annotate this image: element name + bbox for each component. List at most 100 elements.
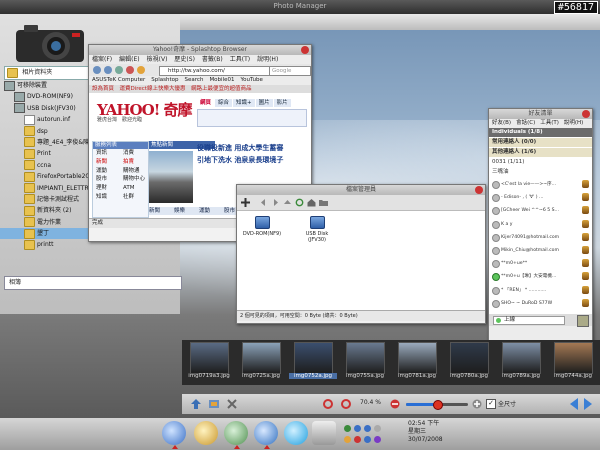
skype-icon[interactable] [284,421,308,445]
reload-icon[interactable] [115,66,123,74]
contact-row[interactable]: <C'est la vie——>~序... [489,178,592,191]
zoom-slider-handle[interactable] [433,400,443,410]
bookmark-item[interactable]: Mobile01 [209,77,234,83]
contact-row[interactable]: - Edison- , ( '∀' ) ... [489,191,592,204]
news-nav-item[interactable]: 股市 [224,208,235,214]
service-link[interactable]: 知識 [93,193,120,202]
status-select[interactable]: 上線 [493,316,565,325]
stop-icon[interactable] [126,66,134,74]
contact-row[interactable]: K a y [489,218,592,231]
thumbnail[interactable] [346,342,385,374]
headline[interactable]: 役職役新進 用成大學生蓄審 [197,143,283,153]
info-icon[interactable] [374,436,381,443]
news-photo[interactable] [149,151,193,203]
bookmark-item[interactable]: YouTube [240,77,262,83]
news-nav-item[interactable]: 新聞 [149,208,160,214]
help-icon[interactable] [364,436,371,443]
music-icon[interactable] [194,421,218,445]
thumbnail[interactable] [242,342,281,374]
news-nav-item[interactable]: 娛樂 [174,208,185,214]
service-link[interactable]: 新聞 [93,158,120,167]
power-icon[interactable] [354,436,361,443]
thumbnail-label[interactable]: img0780a.jpg [445,373,493,379]
chat-icon[interactable] [254,421,278,445]
contact-group[interactable]: 其他連絡人 (1/6) [489,148,592,158]
search-input[interactable]: Google [269,66,311,76]
contact-group[interactable]: 0031 (1/11) [489,158,592,168]
refresh-icon[interactable] [295,198,304,207]
menu-item[interactable]: 檔案(F) [92,56,112,63]
browser-title-bar[interactable]: Yahoo!奇摩 - Splashtop Browser [89,45,311,55]
search-tab[interactable]: 影片 [273,99,291,107]
menu-item[interactable]: 會話(C) [516,120,535,126]
album-list-row[interactable]: 相簿 [4,276,182,290]
back-icon[interactable] [259,198,268,207]
close-icon[interactable] [475,186,483,194]
volume-icon[interactable] [374,425,381,432]
service-link[interactable]: 拍賣 [120,158,147,167]
home-icon[interactable] [307,198,316,207]
wifi-icon[interactable] [354,425,361,432]
contact-row[interactable]: **m0+u【琳】大安電機... [489,270,592,283]
thumbnail[interactable] [450,342,489,374]
up-icon[interactable] [283,198,292,207]
back-icon[interactable] [93,66,101,74]
contact-row[interactable]: Mikin_Chiu@hotmail.com [489,244,592,257]
folder-icon[interactable] [319,198,328,207]
service-link[interactable]: 社群 [120,193,147,202]
buddy-list-title-bar[interactable]: 好友清單 [489,109,592,119]
menu-item[interactable]: 說明(H) [564,120,583,126]
thumbnail-label[interactable]: img0781a.jpg [393,373,441,379]
fullsize-checkbox[interactable]: ✓ [486,399,496,409]
next-icon[interactable] [584,398,592,410]
menu-item[interactable]: 工具(T) [230,56,250,63]
contact-row[interactable]: [GCheer Wei ^^~6 5 S... [489,204,592,217]
thumbnail-label[interactable]: img0719a3.jpg [185,373,233,379]
news-nav-item[interactable]: 運動 [199,208,210,214]
search-tab[interactable]: 知識+ [233,99,255,107]
contact-row[interactable]: SHO~ ~ DuRoD S77W [489,297,592,310]
rotate-right-icon[interactable] [340,398,352,410]
bookmark-item[interactable]: Search [185,77,204,83]
menu-item[interactable]: 歷史(S) [174,56,195,63]
url-input[interactable]: http://tw.yahoo.com/ [159,66,274,76]
browser-icon[interactable] [162,421,186,445]
menu-item[interactable]: 編輯(E) [119,56,139,63]
dvd-drive[interactable]: DVD-ROM(NF9) [237,216,287,237]
thumbnail-label[interactable]: img0755a.jpg [341,373,389,379]
add-icon[interactable] [241,198,250,207]
upload-icon[interactable] [190,398,202,410]
search-tab[interactable]: 綜合 [215,99,233,107]
thumbnail-label[interactable]: img0725a.jpg [237,373,285,379]
search-tab[interactable]: 圖片 [255,99,273,107]
battery-icon[interactable] [344,436,351,443]
bookmark-item[interactable]: Splashtop [151,77,178,83]
service-link[interactable]: 消費 [120,149,147,158]
thumbnail-label[interactable]: img0744a.jpg [549,373,597,379]
contact-row[interactable]: **m0+ue** [489,257,592,270]
service-link[interactable]: 購物通 [120,167,147,176]
service-link[interactable]: 股市 [93,175,120,184]
menu-item[interactable]: 好友(B) [492,120,511,126]
contact-row[interactable]: Kijer74091@hotmail.com [489,231,592,244]
menu-item[interactable]: 書籤(B) [202,56,223,63]
thumbnail[interactable] [554,342,593,374]
avatar[interactable] [577,315,589,327]
zoom-slider[interactable] [406,400,468,410]
service-link[interactable]: ATM [120,184,147,193]
home-icon[interactable] [137,66,145,74]
file-manager-title-bar[interactable]: 檔案管理員 [237,185,485,195]
previous-icon[interactable] [570,398,578,410]
yahoo-search-box[interactable] [197,109,307,127]
service-link[interactable]: 理財 [93,184,120,193]
menu-item[interactable]: 說明(H) [257,56,278,63]
settings-icon[interactable] [312,421,336,445]
bookmark-item[interactable]: ASUSTeK Computer [92,77,145,83]
network-icon[interactable] [344,425,351,432]
headline[interactable]: 引地下洗水 池泉泉長環境子 [197,155,283,165]
contact-group[interactable]: 三嘴油 [489,168,592,178]
forward-icon[interactable] [104,66,112,74]
close-icon[interactable] [582,110,590,118]
thumbnail[interactable] [294,342,333,374]
service-link[interactable]: 資訊 [93,149,120,158]
